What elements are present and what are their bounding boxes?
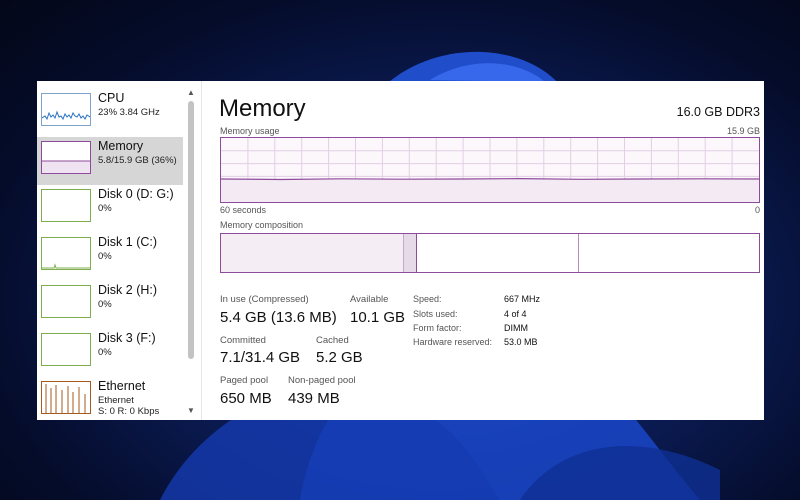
- memory-composition-bar: [220, 233, 760, 273]
- sidebar-item-subtitle: 0%: [98, 347, 112, 358]
- scrollbar-thumb[interactable]: [188, 101, 194, 359]
- graph-time-label: 60 seconds: [220, 205, 267, 215]
- composition-in-use: [221, 234, 404, 272]
- cached-label: Cached: [316, 335, 349, 346]
- graph-min-label: 0: [754, 205, 760, 215]
- sidebar-item-disk-3[interactable]: Disk 3 (F:) 0%: [37, 329, 183, 377]
- paged-pool-value: 650 MB: [220, 390, 272, 407]
- sidebar-item-cpu[interactable]: CPU 23% 3.84 GHz: [37, 89, 183, 137]
- sidebar-item-subtitle: 0%: [98, 203, 112, 214]
- cached-value: 5.2 GB: [316, 349, 363, 366]
- available-value: 10.1 GB: [350, 309, 406, 326]
- memory-usage-graph: [220, 137, 760, 203]
- sidebar-item-subtitle: 0%: [98, 299, 112, 310]
- sidebar-scrollbar[interactable]: ▲ ▼: [185, 87, 197, 417]
- composition-label: Memory composition: [220, 220, 304, 230]
- speed-label: Speed:: [413, 294, 442, 304]
- memory-thumbnail-graph: [41, 141, 91, 174]
- hardware-reserved-label: Hardware reserved:: [413, 337, 493, 347]
- in-use-label: In use (Compressed): [220, 294, 309, 305]
- ethernet-thumbnail-graph: [41, 381, 91, 414]
- composition-standby: [417, 234, 579, 272]
- sidebar-item-subtitle: 0%: [98, 251, 112, 262]
- disk-thumbnail-graph: [41, 189, 91, 222]
- nonpaged-pool-label: Non-paged pool: [288, 375, 356, 386]
- performance-sidebar: CPU 23% 3.84 GHz Memory 5.8/15.9 GB (36%…: [37, 81, 202, 420]
- sidebar-item-title: Memory: [98, 139, 144, 153]
- cpu-thumbnail-graph: [41, 93, 91, 126]
- composition-free: [579, 234, 759, 272]
- available-label: Available: [350, 294, 389, 305]
- committed-value: 7.1/31.4 GB: [220, 349, 301, 366]
- committed-label: Committed: [220, 335, 266, 346]
- memory-details-panel: Memory 16.0 GB DDR3 Memory usage 15.9 GB: [202, 81, 764, 420]
- chevron-down-icon[interactable]: ▼: [185, 405, 197, 417]
- slots-label: Slots used:: [413, 309, 458, 319]
- sidebar-item-title: Disk 1 (C:): [98, 235, 158, 249]
- nonpaged-pool-value: 439 MB: [288, 390, 340, 407]
- task-manager-window: CPU 23% 3.84 GHz Memory 5.8/15.9 GB (36%…: [37, 81, 764, 420]
- speed-value: 667 MHz: [504, 294, 541, 304]
- sidebar-item-title: Disk 2 (H:): [98, 283, 158, 297]
- sidebar-item-title: CPU: [98, 91, 125, 105]
- sidebar-item-disk-1[interactable]: Disk 1 (C:) 0%: [37, 233, 183, 281]
- slots-value: 4 of 4: [504, 309, 527, 319]
- usage-graph-max: 15.9 GB: [726, 126, 760, 136]
- sidebar-item-title: Disk 0 (D: G:): [98, 187, 174, 201]
- hardware-reserved-value: 53.0 MB: [504, 337, 538, 347]
- paged-pool-label: Paged pool: [220, 375, 269, 386]
- page-title: Memory: [219, 95, 306, 122]
- chevron-up-icon[interactable]: ▲: [185, 87, 197, 99]
- form-factor-label: Form factor:: [413, 323, 462, 333]
- sidebar-item-title: Ethernet: [98, 379, 146, 393]
- sidebar-item-disk-2[interactable]: Disk 2 (H:) 0%: [37, 281, 183, 329]
- disk-thumbnail-graph: [41, 285, 91, 318]
- disk-thumbnail-graph: [41, 333, 91, 366]
- in-use-value: 5.4 GB (13.6 MB): [220, 309, 337, 326]
- composition-modified: [404, 234, 417, 272]
- sidebar-item-disk-0[interactable]: Disk 0 (D: G:) 0%: [37, 185, 183, 233]
- form-factor-value: DIMM: [504, 323, 528, 333]
- sidebar-item-memory[interactable]: Memory 5.8/15.9 GB (36%): [37, 137, 183, 185]
- sidebar-item-subtitle: 23% 3.84 GHz: [98, 107, 160, 118]
- sidebar-item-throughput: S: 0 R: 0 Kbps: [98, 406, 160, 417]
- usage-graph-label: Memory usage: [220, 126, 280, 136]
- sidebar-item-subtitle: Ethernet: [98, 395, 134, 406]
- memory-spec: 16.0 GB DDR3: [676, 105, 760, 119]
- disk-thumbnail-graph: [41, 237, 91, 270]
- sidebar-item-title: Disk 3 (F:): [98, 331, 156, 345]
- sidebar-item-subtitle: 5.8/15.9 GB (36%): [98, 155, 177, 166]
- sidebar-item-ethernet[interactable]: Ethernet Ethernet S: 0 R: 0 Kbps: [37, 377, 183, 420]
